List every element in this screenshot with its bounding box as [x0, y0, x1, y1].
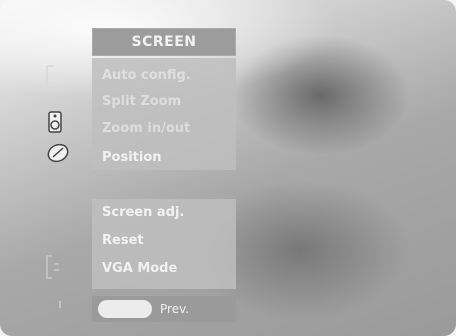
lock-icon[interactable]	[56, 300, 64, 310]
setup-icon[interactable]	[46, 142, 70, 164]
sound-icon[interactable]	[46, 110, 68, 134]
osd-menu: SCREEN Auto config. Split Zoom Zoom in/o…	[0, 0, 456, 336]
menu-item-vga-mode[interactable]: VGA Mode	[102, 261, 177, 276]
menu-item-zoom[interactable]: Zoom in/out	[102, 121, 190, 136]
menu-item-auto-config[interactable]: Auto config.	[102, 68, 191, 83]
menu-panel-upper: Auto config. Split Zoom Zoom in/out Posi…	[92, 58, 236, 170]
menu-item-split-zoom[interactable]: Split Zoom	[102, 94, 181, 109]
menu-item-position[interactable]: Position	[102, 150, 162, 165]
picture-icon[interactable]	[44, 64, 58, 90]
menu-item-screen-adj[interactable]: Screen adj.	[102, 205, 184, 220]
menu-title-bar: SCREEN	[92, 28, 236, 56]
prev-label: Prev.	[160, 302, 190, 316]
menu-panel-lower: Screen adj. Reset VGA Mode	[92, 199, 236, 289]
menu-item-reset[interactable]: Reset	[102, 233, 144, 248]
input-icon[interactable]	[44, 254, 62, 280]
menu-footer: Prev.	[92, 296, 236, 322]
prev-button[interactable]	[98, 300, 152, 318]
menu-title: SCREEN	[131, 34, 197, 50]
